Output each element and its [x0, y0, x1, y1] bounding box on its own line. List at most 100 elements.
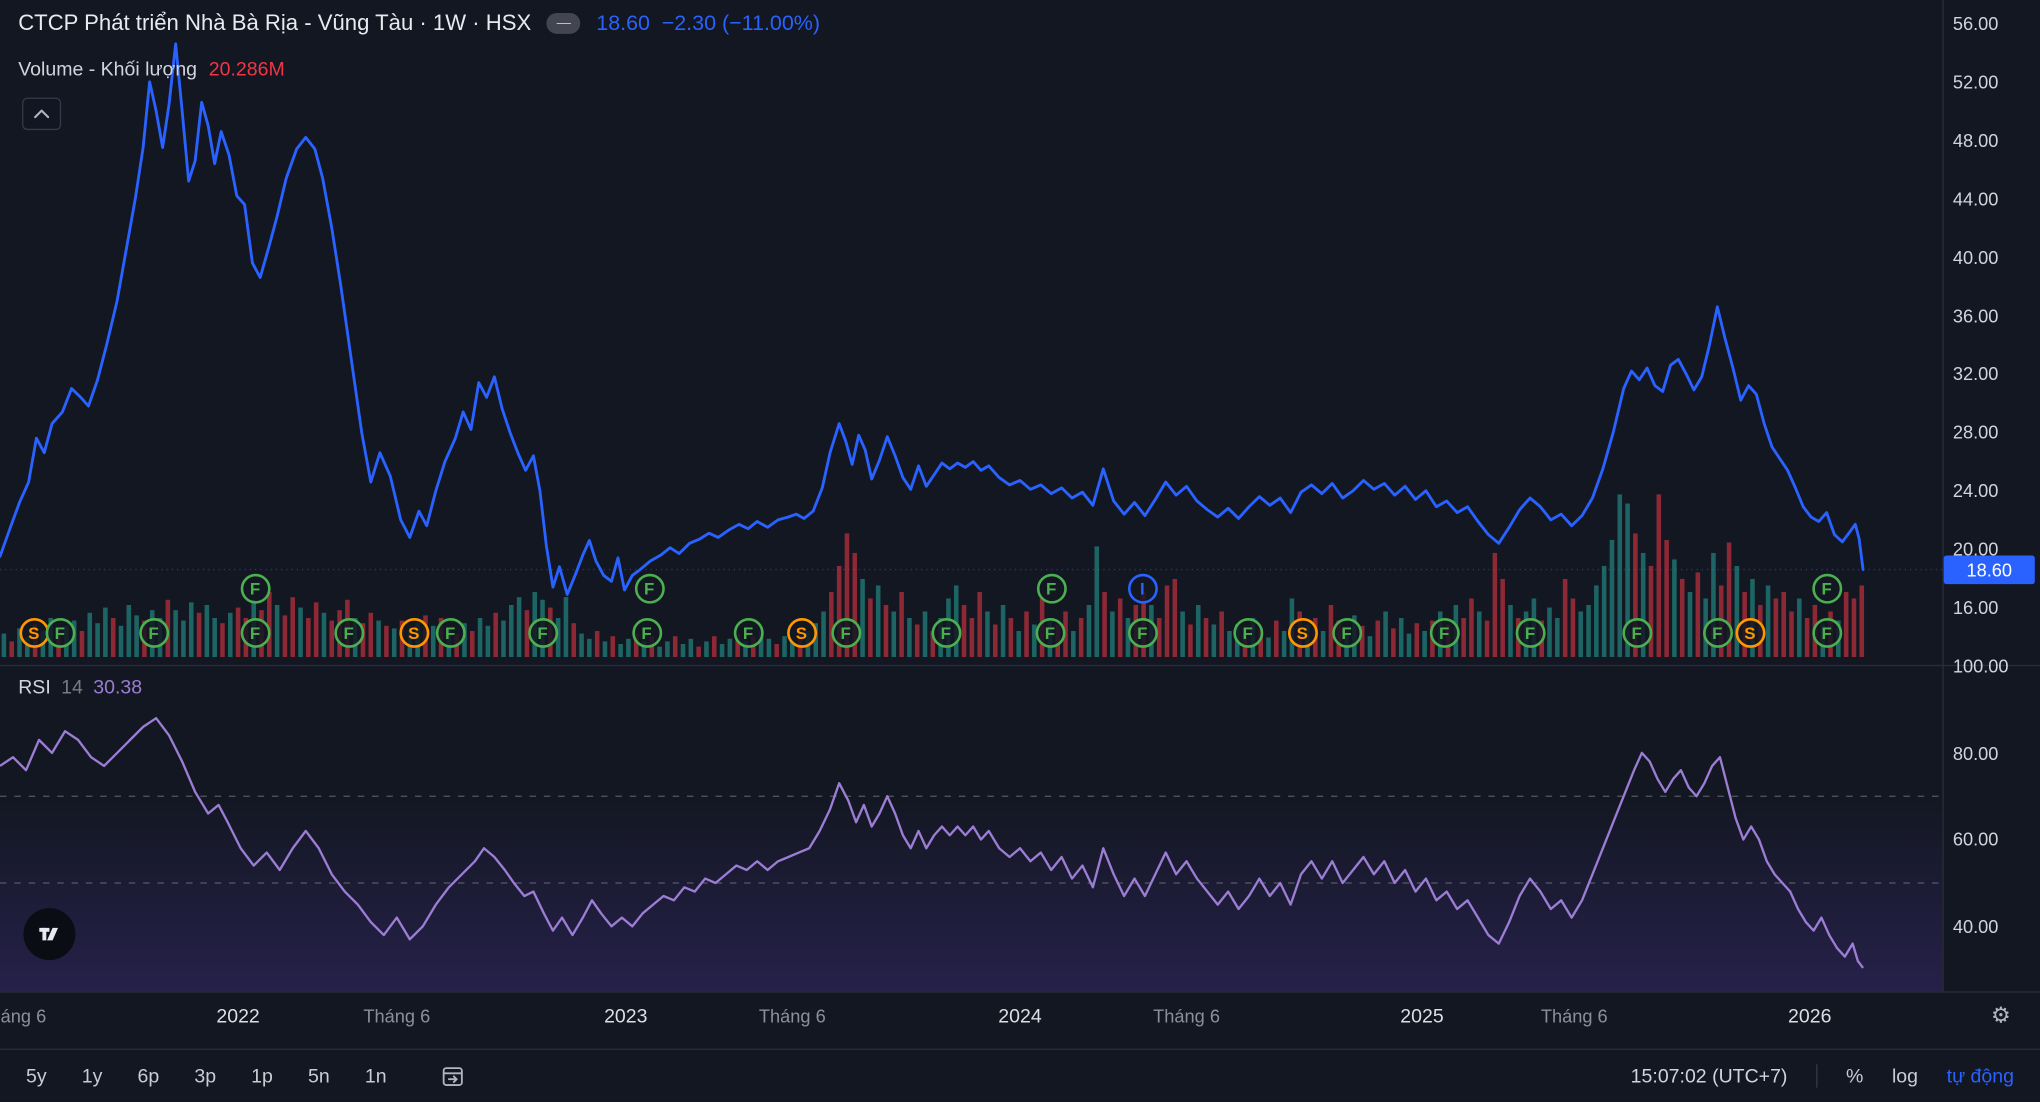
- go-to-date-button[interactable]: [440, 1063, 466, 1089]
- volume-bar: [1602, 566, 1607, 657]
- rsi-pane[interactable]: [0, 666, 1942, 991]
- volume-bar: [1094, 546, 1099, 657]
- volume-bar: [962, 605, 967, 657]
- range-button-5y[interactable]: 5y: [26, 1065, 47, 1087]
- event-marker-F[interactable]: F: [435, 618, 465, 648]
- event-marker-F[interactable]: F: [1702, 618, 1732, 648]
- volume-bar: [782, 636, 787, 657]
- price-pane[interactable]: FFFIFSFFFFSFFFFSFFFFFSFFFFFSF: [0, 0, 1942, 665]
- volume-bar: [181, 621, 186, 657]
- price-tick-label: 48.00: [1953, 130, 1999, 151]
- event-marker-S[interactable]: S: [399, 618, 429, 648]
- volume-bar: [493, 613, 498, 657]
- collapse-panel-button[interactable]: [22, 98, 61, 131]
- price-tick-label: 28.00: [1953, 422, 1999, 443]
- volume-bar: [1321, 631, 1326, 657]
- volume-bar: [1508, 605, 1513, 657]
- event-marker-F[interactable]: F: [1036, 574, 1066, 604]
- event-marker-F[interactable]: F: [240, 574, 270, 604]
- range-button-1p[interactable]: 1p: [251, 1065, 273, 1087]
- event-marker-F[interactable]: F: [1515, 618, 1545, 648]
- time-axis[interactable]: áng 62022Tháng 62023Tháng 62024Tháng 620…: [0, 993, 1942, 1048]
- tradingview-logo[interactable]: [23, 908, 75, 960]
- chevron-up-icon: [33, 107, 51, 120]
- volume-bar: [1688, 592, 1693, 657]
- range-button-1y[interactable]: 1y: [82, 1065, 103, 1087]
- volume-bar: [1781, 592, 1786, 657]
- volume-bar: [1102, 592, 1107, 657]
- volume-bar: [478, 618, 483, 657]
- event-marker-F[interactable]: F: [1812, 574, 1842, 604]
- price-change-value: −2.30 (−11.00%): [662, 11, 820, 36]
- price-tick-label: 36.00: [1953, 305, 1999, 326]
- event-marker-F[interactable]: F: [528, 618, 558, 648]
- volume-bar: [1774, 598, 1779, 657]
- volume-bar: [868, 598, 873, 657]
- event-marker-F[interactable]: F: [1233, 618, 1263, 648]
- time-axis-label: 2022: [216, 1006, 259, 1028]
- event-marker-F[interactable]: F: [831, 618, 861, 648]
- rsi-label[interactable]: RSI: [18, 677, 51, 699]
- volume-bar: [1266, 637, 1271, 657]
- event-marker-F[interactable]: F: [240, 618, 270, 648]
- volume-bar: [681, 644, 686, 657]
- axis-settings-gear-icon[interactable]: ⚙: [1983, 1000, 2019, 1031]
- event-marker-F[interactable]: F: [632, 618, 662, 648]
- volume-bar: [173, 610, 178, 657]
- event-marker-S[interactable]: S: [19, 618, 49, 648]
- volume-bar: [189, 602, 194, 657]
- volume-bar: [595, 631, 600, 657]
- event-marker-F[interactable]: F: [1127, 618, 1157, 648]
- range-button-5n[interactable]: 5n: [308, 1065, 330, 1087]
- volume-bar: [1079, 618, 1084, 657]
- volume-bar: [907, 618, 912, 657]
- volume-bar: [728, 639, 733, 657]
- volume-bar: [985, 611, 990, 657]
- event-marker-I[interactable]: I: [1127, 574, 1157, 604]
- time-axis-label: 2026: [1788, 1006, 1831, 1028]
- event-marker-F[interactable]: F: [139, 618, 169, 648]
- volume-bar: [134, 615, 139, 657]
- percent-scale-button[interactable]: %: [1846, 1065, 1863, 1087]
- event-marker-F[interactable]: F: [931, 618, 961, 648]
- range-button-3p[interactable]: 3p: [194, 1065, 216, 1087]
- volume-bar: [993, 624, 998, 657]
- volume-bar: [696, 647, 701, 657]
- volume-bar: [1204, 618, 1209, 657]
- volume-bar: [1188, 624, 1193, 657]
- range-button-6p[interactable]: 6p: [138, 1065, 160, 1087]
- event-marker-F[interactable]: F: [334, 618, 364, 648]
- range-button-1n[interactable]: 1n: [365, 1065, 387, 1087]
- volume-indicator-label[interactable]: Volume - Khối lượng: [18, 59, 197, 81]
- visibility-toggle-icon[interactable]: —: [547, 13, 581, 34]
- event-marker-F[interactable]: F: [1429, 618, 1459, 648]
- symbol-title[interactable]: CTCP Phát triển Nhà Bà Rịa - Vũng Tàu · …: [18, 10, 531, 36]
- event-marker-F[interactable]: F: [1035, 618, 1065, 648]
- volume-bar: [1219, 611, 1224, 657]
- event-marker-F[interactable]: F: [1332, 618, 1362, 648]
- event-marker-F[interactable]: F: [45, 618, 75, 648]
- price-scale[interactable]: 56.0052.0048.0044.0040.0036.0032.0028.00…: [1944, 0, 2040, 993]
- event-marker-F[interactable]: F: [634, 574, 664, 604]
- event-marker-S[interactable]: S: [786, 618, 816, 648]
- time-axis-label: Tháng 6: [1541, 1006, 1608, 1027]
- event-marker-S[interactable]: S: [1735, 618, 1765, 648]
- calendar-icon: [440, 1063, 466, 1089]
- pane-resize-handle[interactable]: [0, 665, 2040, 666]
- volume-bar: [290, 597, 295, 657]
- time-axis-label: áng 6: [1, 1006, 47, 1027]
- session-clock[interactable]: 15:07:02 (UTC+7): [1631, 1065, 1788, 1087]
- event-marker-F[interactable]: F: [1622, 618, 1652, 648]
- time-axis-label: 2023: [604, 1006, 647, 1028]
- auto-scale-button[interactable]: tự động: [1947, 1065, 2014, 1087]
- volume-bar: [970, 618, 975, 657]
- volume-bar: [1735, 566, 1740, 657]
- event-marker-S[interactable]: S: [1287, 618, 1317, 648]
- volume-bar: [1547, 608, 1552, 657]
- event-marker-F[interactable]: F: [733, 618, 763, 648]
- event-marker-F[interactable]: F: [1812, 618, 1842, 648]
- price-chart-canvas: [0, 0, 1942, 665]
- volume-bar: [197, 613, 202, 657]
- volume-bar: [306, 618, 311, 657]
- log-scale-button[interactable]: log: [1892, 1065, 1918, 1087]
